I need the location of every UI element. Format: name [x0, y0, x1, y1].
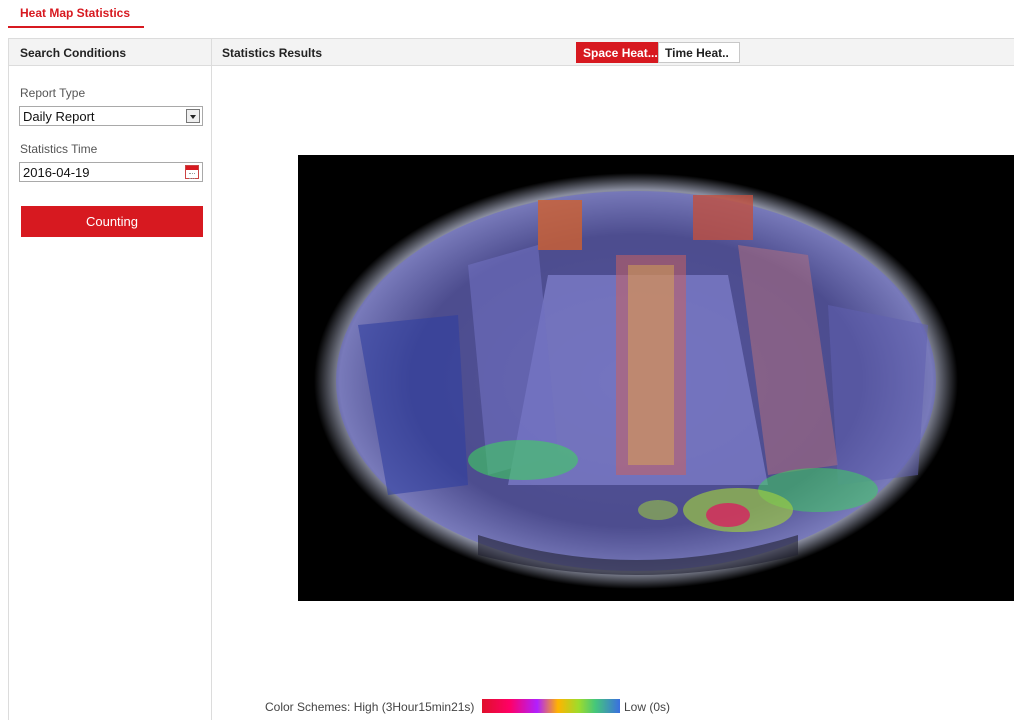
statistics-time-value: 2016-04-19: [23, 165, 90, 180]
space-heat-map-image: [298, 155, 1014, 601]
report-type-select[interactable]: Daily Report: [19, 106, 203, 126]
tab-heat-map-statistics[interactable]: Heat Map Statistics: [8, 0, 142, 28]
statistics-time-label: Statistics Time: [20, 142, 98, 156]
color-scheme-high-label: Color Schemes: High (3Hour15min21s): [265, 700, 475, 714]
statistics-time-input[interactable]: 2016-04-19: [19, 162, 203, 182]
report-type-label: Report Type: [20, 86, 86, 100]
color-scheme-gradient: [482, 699, 620, 713]
color-scheme-low-label: Low (0s): [624, 700, 671, 714]
left-panel-border: [8, 38, 9, 720]
chevron-down-icon[interactable]: [186, 109, 200, 123]
calendar-icon[interactable]: [185, 165, 199, 179]
tab-space-heat[interactable]: Space Heat...: [576, 42, 658, 63]
statistics-results-title: Statistics Results: [222, 46, 323, 60]
panel-divider: [211, 38, 212, 720]
report-type-value: Daily Report: [23, 109, 95, 124]
panel-header-bar: [8, 38, 1014, 66]
fisheye-store-heatmap: [314, 173, 958, 589]
tab-time-heat[interactable]: Time Heat..: [658, 42, 740, 63]
active-tab-indicator: [8, 26, 144, 28]
search-conditions-title: Search Conditions: [20, 46, 127, 60]
counting-button[interactable]: Counting: [21, 206, 203, 237]
